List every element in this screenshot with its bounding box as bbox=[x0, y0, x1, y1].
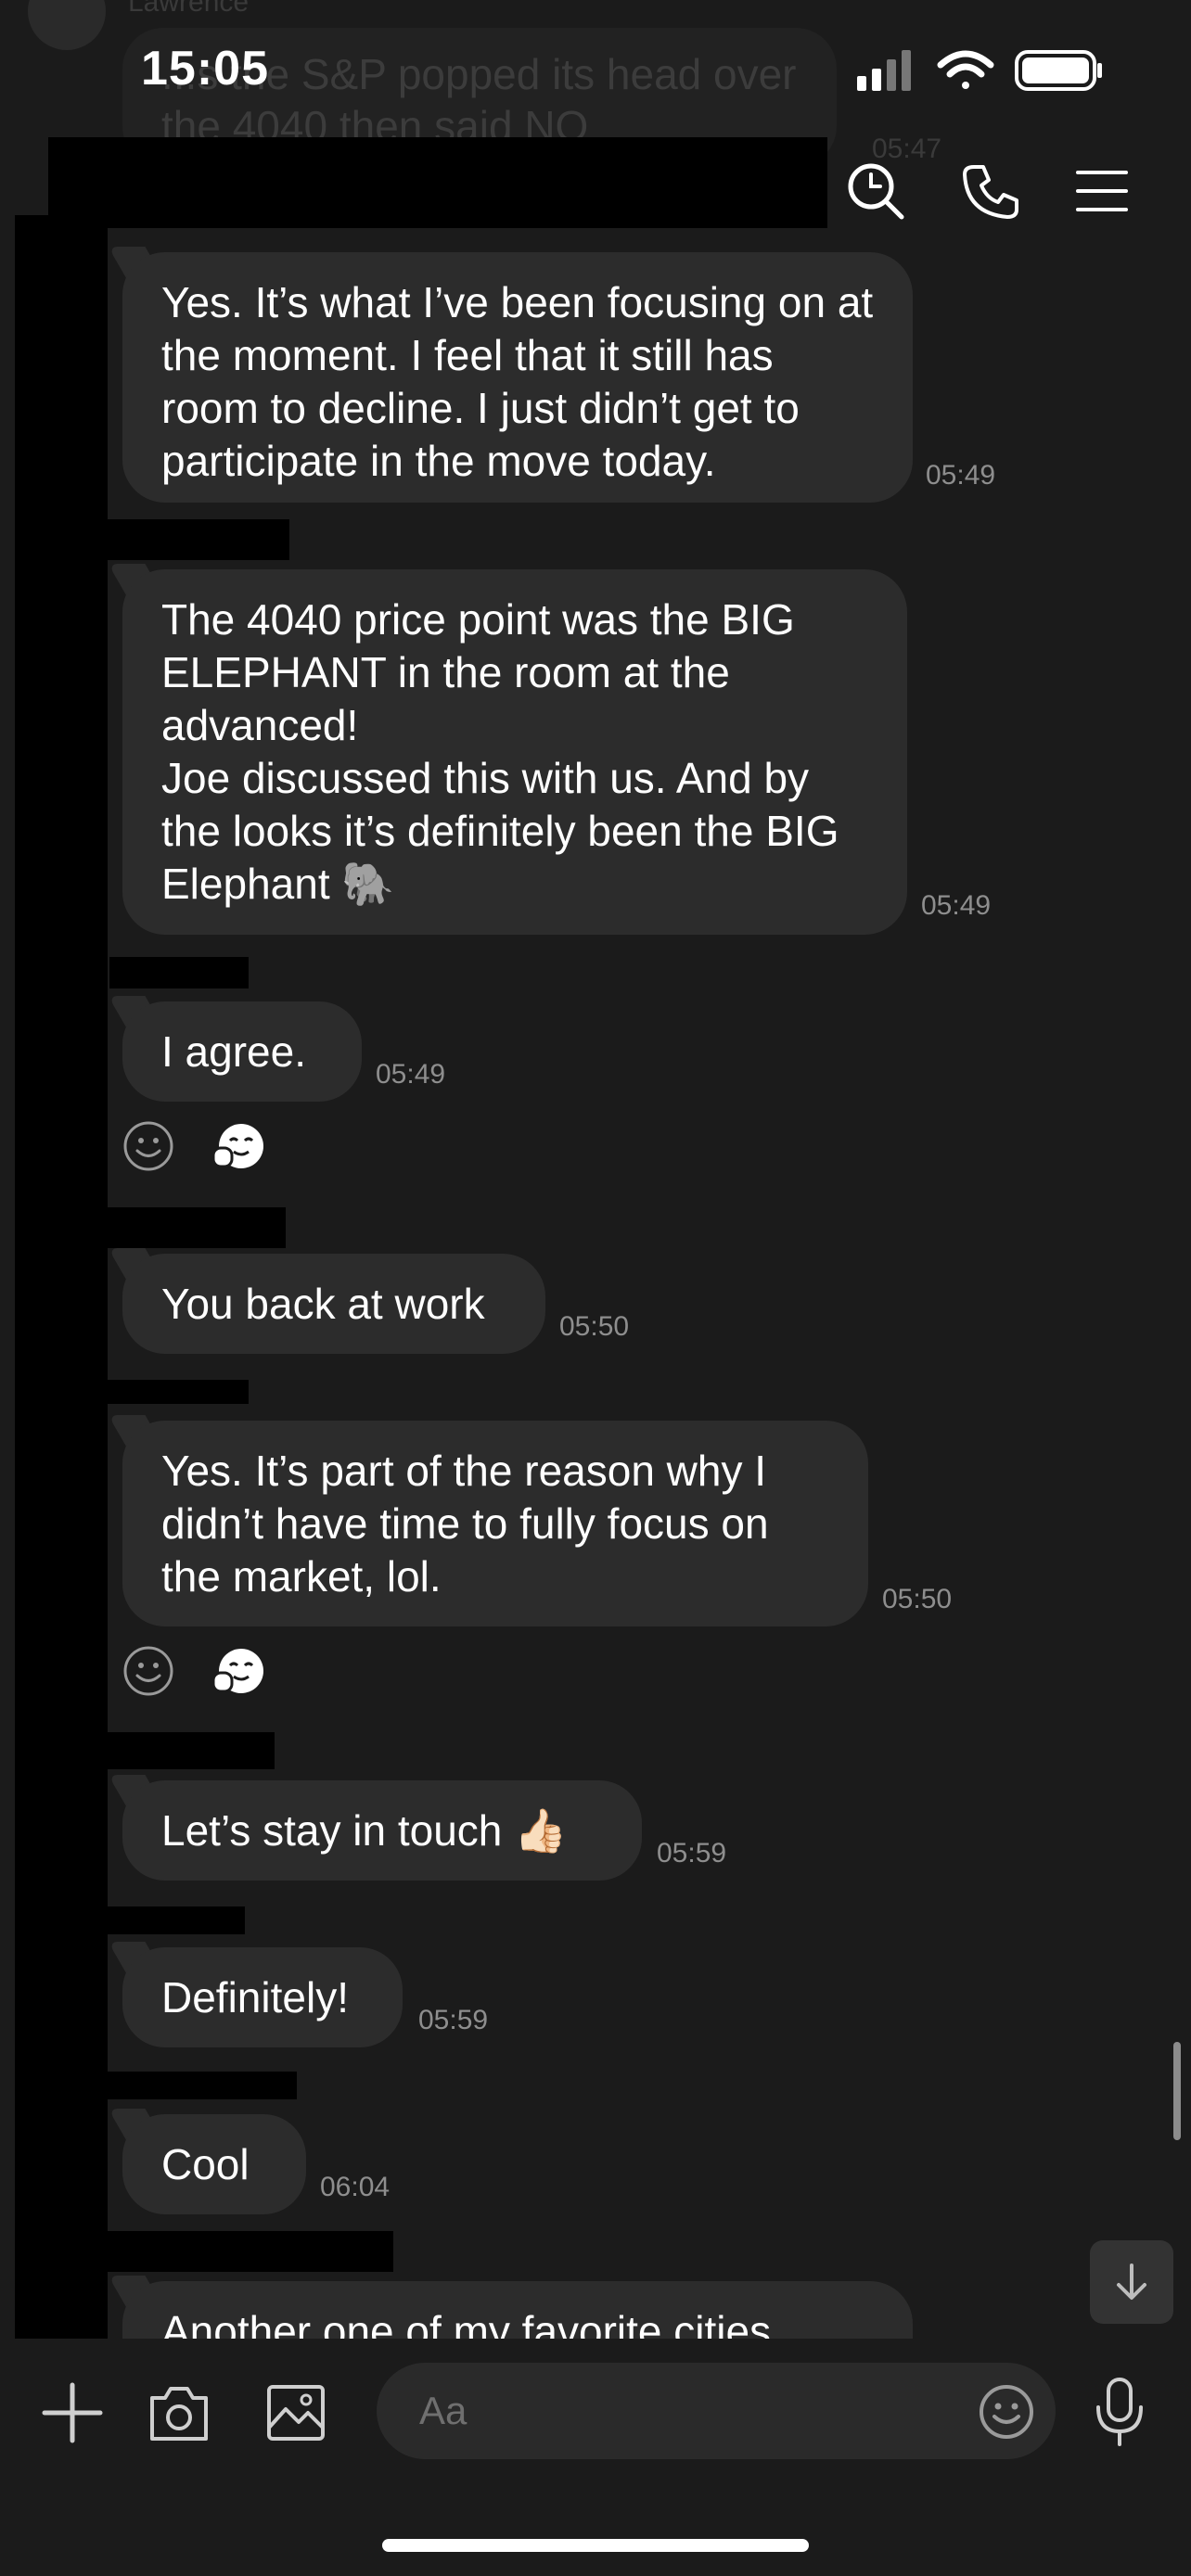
message-text: Cool bbox=[161, 2140, 250, 2188]
plus-icon[interactable] bbox=[41, 2381, 104, 2444]
redacted-sender-name bbox=[108, 519, 289, 560]
search-button[interactable] bbox=[839, 154, 913, 228]
message-text: I agree. bbox=[161, 1027, 306, 1076]
cellular-signal-icon bbox=[857, 50, 911, 91]
message-bubble[interactable]: Yes. It’s what I’ve been focusing on at … bbox=[122, 252, 913, 503]
redacted-sender-name bbox=[109, 957, 249, 988]
add-reaction-icon[interactable] bbox=[122, 1645, 174, 1697]
search-icon bbox=[848, 163, 904, 220]
redacted-sender-name bbox=[108, 1732, 275, 1769]
home-indicator bbox=[382, 2539, 809, 2552]
arrow-down-icon bbox=[1117, 2264, 1146, 2300]
redacted-contact-name bbox=[48, 137, 827, 228]
image-icon[interactable] bbox=[265, 2383, 327, 2442]
menu-icon bbox=[1076, 171, 1128, 211]
message-time: 06:04 bbox=[320, 2172, 391, 2202]
camera-icon[interactable] bbox=[147, 2383, 211, 2442]
scrollbar-thumb[interactable] bbox=[1173, 2042, 1181, 2140]
wifi-icon bbox=[937, 50, 994, 89]
message-text: Yes. It’s part of the reason why I didn’… bbox=[161, 1447, 769, 1600]
hug-reaction-icon[interactable] bbox=[211, 1120, 263, 1172]
emoji-icon[interactable] bbox=[978, 2383, 1035, 2441]
message-input-placeholder: Aa bbox=[419, 2389, 467, 2432]
microphone-icon[interactable] bbox=[1093, 2376, 1146, 2448]
phone-icon bbox=[963, 165, 1018, 219]
message-text: Yes. It’s what I’ve been focusing on at … bbox=[161, 278, 874, 485]
message-bubble[interactable]: The 4040 price point was the BIG ELEPHAN… bbox=[122, 569, 907, 935]
message-input[interactable] bbox=[377, 2363, 1056, 2459]
redacted-sender-name bbox=[108, 2072, 297, 2099]
message-time: 05:49 bbox=[926, 460, 996, 491]
battery-icon bbox=[1015, 50, 1102, 91]
message-bubble[interactable]: I agree. bbox=[122, 1001, 362, 1102]
message-time: 05:49 bbox=[376, 1059, 446, 1090]
message-time: 05:49 bbox=[921, 890, 992, 921]
message-bubble[interactable]: Cool bbox=[122, 2114, 306, 2214]
redacted-avatar-column bbox=[15, 215, 108, 2339]
status-time: 15:05 bbox=[141, 42, 269, 96]
redacted-sender-name bbox=[108, 1906, 245, 1934]
message-time: 05:50 bbox=[559, 1311, 630, 1342]
redacted-sender-name bbox=[108, 2231, 393, 2272]
message-time: 05:59 bbox=[657, 1838, 727, 1868]
message-bubble[interactable]: Yes. It’s part of the reason why I didn’… bbox=[122, 1421, 868, 1626]
message-text: The 4040 price point was the BIG ELEPHAN… bbox=[161, 595, 839, 908]
ghost-avatar bbox=[28, 0, 106, 50]
message-text: You back at work bbox=[161, 1280, 485, 1328]
message-bubble[interactable]: Definitely! bbox=[122, 1947, 403, 2047]
ghost-sender-name: Lawrence bbox=[128, 0, 250, 18]
message-time: 05:50 bbox=[882, 1584, 953, 1614]
redacted-sender-name bbox=[108, 1207, 286, 1248]
add-reaction-icon[interactable] bbox=[122, 1120, 174, 1172]
message-text: Let’s stay in touch 👍🏻 bbox=[161, 1806, 568, 1855]
hug-reaction-icon[interactable] bbox=[211, 1645, 263, 1697]
message-text: Definitely! bbox=[161, 1973, 349, 2021]
redacted-sender-name bbox=[108, 1380, 249, 1404]
message-bubble[interactable]: You back at work bbox=[122, 1254, 545, 1354]
elephant-emoji: 🐘 bbox=[341, 860, 395, 908]
scroll-to-bottom-button[interactable] bbox=[1090, 2240, 1173, 2324]
call-button[interactable] bbox=[954, 154, 1028, 228]
status-icons bbox=[857, 50, 1102, 91]
message-time: 05:59 bbox=[418, 2005, 489, 2035]
message-bubble[interactable]: Let’s stay in touch 👍🏻 bbox=[122, 1780, 642, 1881]
menu-button[interactable] bbox=[1065, 154, 1139, 228]
